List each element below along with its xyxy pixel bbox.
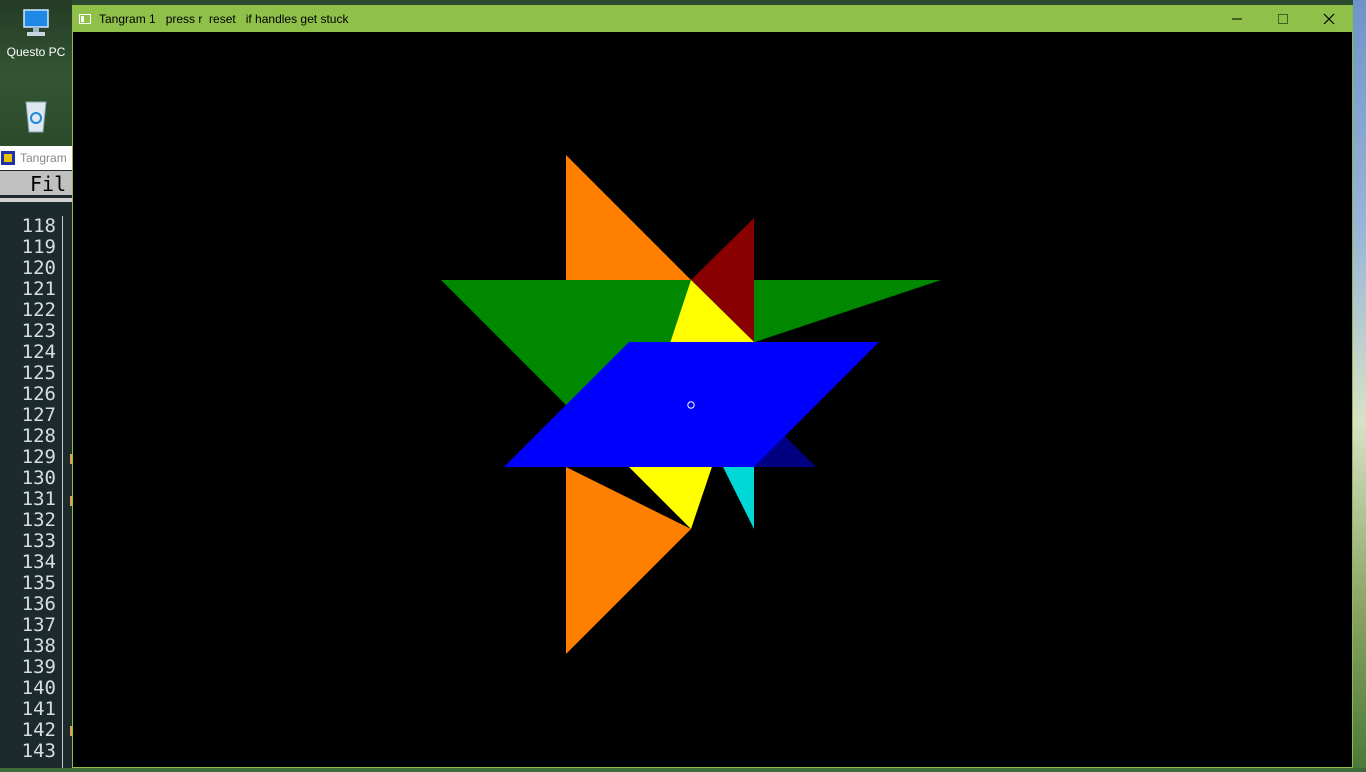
line-number: 130 bbox=[21, 467, 56, 489]
maximize-icon bbox=[1278, 14, 1288, 24]
line-number: 124 bbox=[21, 341, 56, 363]
line-number: 143 bbox=[21, 740, 56, 762]
line-number: 142 bbox=[21, 719, 56, 741]
line-number: 137 bbox=[21, 614, 56, 636]
line-number: 132 bbox=[21, 509, 56, 531]
background-window-title: Tangram bbox=[20, 151, 67, 165]
background-editor-window[interactable]: Tangram Fil 118 119 120 121 122 123 124 125 126 1… bbox=[0, 146, 72, 768]
desktop-icon-label: Questo PC bbox=[6, 45, 66, 59]
tangram-window[interactable]: Tangram 1 press r reset if handles get s… bbox=[72, 5, 1353, 768]
tangram-canvas[interactable] bbox=[73, 32, 1352, 767]
menu-file[interactable]: Fil bbox=[30, 172, 66, 196]
close-button[interactable] bbox=[1306, 6, 1352, 32]
cyan-triangle[interactable] bbox=[723, 467, 754, 529]
line-number: 134 bbox=[21, 551, 56, 573]
line-number: 136 bbox=[21, 593, 56, 615]
line-number: 135 bbox=[21, 572, 56, 594]
menu-separator bbox=[0, 198, 72, 202]
desktop-wallpaper-edge bbox=[1353, 0, 1366, 768]
background-window-menubar[interactable]: Fil bbox=[0, 171, 72, 196]
window-titlebar[interactable]: Tangram 1 press r reset if handles get s… bbox=[73, 6, 1352, 32]
line-number: 140 bbox=[21, 677, 56, 699]
line-number: 121 bbox=[21, 278, 56, 300]
line-number: 126 bbox=[21, 383, 56, 405]
window-icon bbox=[79, 14, 91, 24]
line-number: 125 bbox=[21, 362, 56, 384]
line-number-gutter: 118 119 120 121 122 123 124 125 126 127 128 129 130 1… bbox=[0, 216, 62, 762]
line-number: 118 bbox=[21, 215, 56, 237]
maximize-button[interactable] bbox=[1260, 6, 1306, 32]
gutter-divider bbox=[62, 216, 63, 768]
line-number: 139 bbox=[21, 656, 56, 678]
orange-triangle-top[interactable] bbox=[566, 155, 691, 280]
tangram-drawing[interactable] bbox=[73, 32, 1352, 767]
close-icon bbox=[1323, 13, 1335, 25]
qb64-icon bbox=[1, 151, 15, 165]
line-number: 123 bbox=[21, 320, 56, 342]
line-number: 127 bbox=[21, 404, 56, 426]
minimize-button[interactable] bbox=[1214, 6, 1260, 32]
background-window-titlebar[interactable]: Tangram bbox=[0, 146, 72, 170]
window-title: Tangram 1 press r reset if handles get s… bbox=[99, 12, 349, 26]
line-number: 133 bbox=[21, 530, 56, 552]
desktop-icon-this-pc[interactable]: Questo PC bbox=[0, 6, 72, 59]
line-number: 129 bbox=[21, 446, 56, 468]
line-number: 119 bbox=[21, 236, 56, 258]
line-number: 120 bbox=[21, 257, 56, 279]
line-number: 138 bbox=[21, 635, 56, 657]
line-number: 141 bbox=[21, 698, 56, 720]
desktop-icon-recycle-bin[interactable] bbox=[0, 96, 72, 139]
recycle-bin-icon bbox=[0, 96, 72, 139]
line-number: 128 bbox=[21, 425, 56, 447]
line-number: 131 bbox=[21, 488, 56, 510]
computer-icon bbox=[0, 6, 72, 45]
minimize-icon bbox=[1232, 18, 1242, 20]
line-number: 122 bbox=[21, 299, 56, 321]
